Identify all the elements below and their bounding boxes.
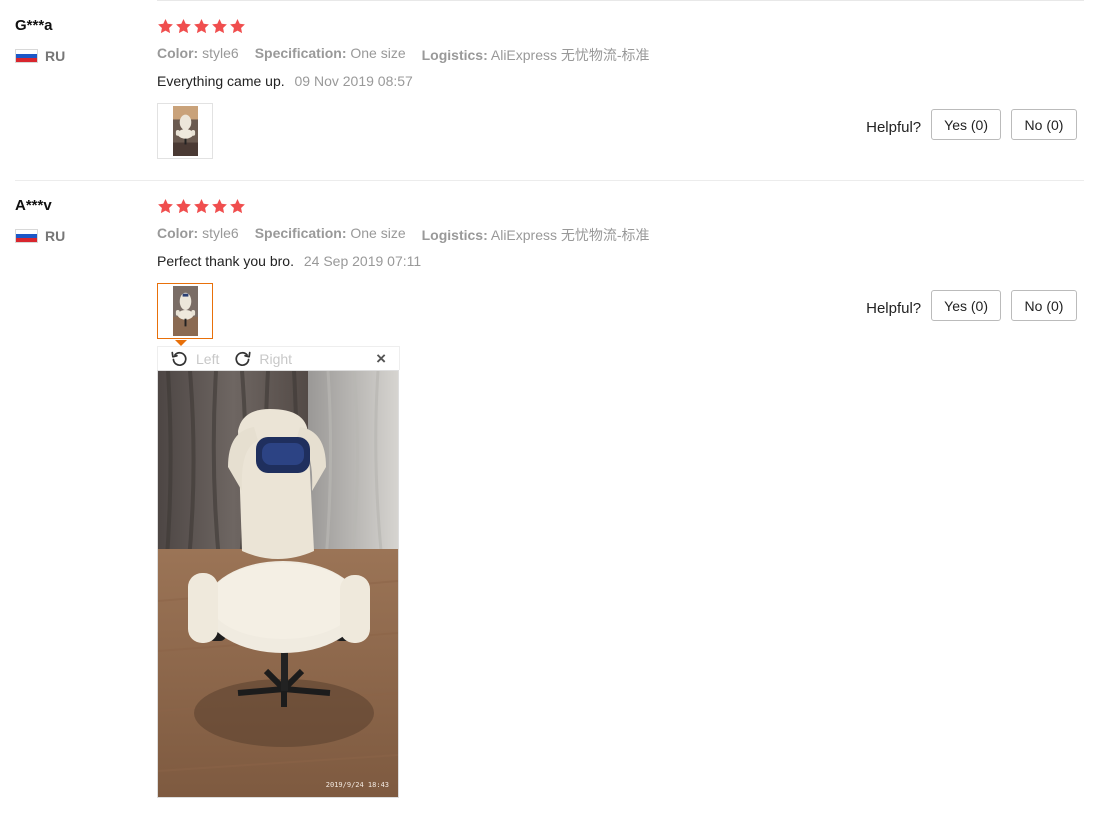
review-text: Perfect thank you bro. 24 Sep 2019 07:11 xyxy=(157,253,421,269)
top-divider xyxy=(157,0,1084,1)
attribute-specification: Specification: One size xyxy=(254,45,406,61)
star-icon xyxy=(193,198,210,215)
attribute-logistics: Logistics: AliExpress 无忧物流-标准 xyxy=(421,47,650,63)
photo-timestamp: 2019/9/24 18:43 xyxy=(325,781,389,789)
photo-viewer: Left Right × 2019/9/24 18:43 xyxy=(157,346,400,798)
reviewer-name: A***v xyxy=(15,197,52,214)
attribute-specification: Specification: One size xyxy=(254,225,406,241)
country-code: RU xyxy=(45,228,66,244)
country-code: RU xyxy=(45,48,66,64)
review-text: Everything came up. 09 Nov 2019 08:57 xyxy=(157,73,413,89)
attribute-logistics: Logistics: AliExpress 无忧物流-标准 xyxy=(421,227,650,243)
star-icon xyxy=(193,18,210,35)
reviewer-name: G***a xyxy=(15,17,53,34)
close-icon[interactable]: × xyxy=(376,350,386,368)
russia-flag-icon xyxy=(15,229,38,243)
review-photo-thumbnail-selected[interactable] xyxy=(157,283,213,339)
rotate-left-icon xyxy=(171,351,187,366)
star-icon xyxy=(211,198,228,215)
star-icon xyxy=(175,198,192,215)
chair-photo-thumb-image xyxy=(172,286,198,336)
star-icon xyxy=(229,198,246,215)
review-date: 24 Sep 2019 07:11 xyxy=(303,253,422,269)
attribute-color: Color: style6 xyxy=(157,225,239,241)
rotate-right-label: Right xyxy=(259,350,293,367)
reviewer-country: RU xyxy=(15,228,65,244)
helpful-label: Helpful? xyxy=(866,300,922,317)
review-body: Perfect thank you bro. xyxy=(157,253,294,269)
rotate-left-label: Left xyxy=(196,350,220,367)
order-attributes: Color: style6 Specification: One size Lo… xyxy=(157,225,650,245)
order-attributes: Color: style6 Specification: One size Lo… xyxy=(157,45,650,65)
rotate-left-button[interactable]: Left xyxy=(170,349,219,368)
helpful-voting: Helpful? Yes (0) No (0) xyxy=(866,109,1077,140)
helpful-label: Helpful? xyxy=(866,119,922,136)
review-divider xyxy=(15,180,1084,181)
helpful-yes-button[interactable]: Yes (0) xyxy=(931,109,1001,140)
star-icon xyxy=(175,18,192,35)
attribute-color: Color: style6 xyxy=(157,45,239,61)
review-date: 09 Nov 2019 08:57 xyxy=(294,73,413,89)
star-icon xyxy=(157,198,174,215)
star-icon xyxy=(157,18,174,35)
rotate-right-icon xyxy=(235,351,251,366)
russia-flag-icon xyxy=(15,49,38,63)
star-rating xyxy=(157,198,246,215)
chair-photo-thumb-image xyxy=(172,106,198,156)
reviewer-country: RU xyxy=(15,48,65,64)
helpful-yes-button[interactable]: Yes (0) xyxy=(931,290,1001,321)
star-icon xyxy=(211,18,228,35)
star-icon xyxy=(229,18,246,35)
review-photo-thumbnail[interactable] xyxy=(157,103,213,159)
helpful-voting: Helpful? Yes (0) No (0) xyxy=(866,290,1077,321)
rotate-right-button[interactable]: Right xyxy=(233,349,292,368)
star-rating xyxy=(157,18,246,35)
helpful-no-button[interactable]: No (0) xyxy=(1011,109,1077,140)
helpful-no-button[interactable]: No (0) xyxy=(1011,290,1077,321)
review-body: Everything came up. xyxy=(157,73,285,89)
photo-viewer-toolbar: Left Right × xyxy=(157,346,400,370)
chair-photo-image xyxy=(158,371,398,797)
review-photo-large: 2019/9/24 18:43 xyxy=(157,370,399,798)
